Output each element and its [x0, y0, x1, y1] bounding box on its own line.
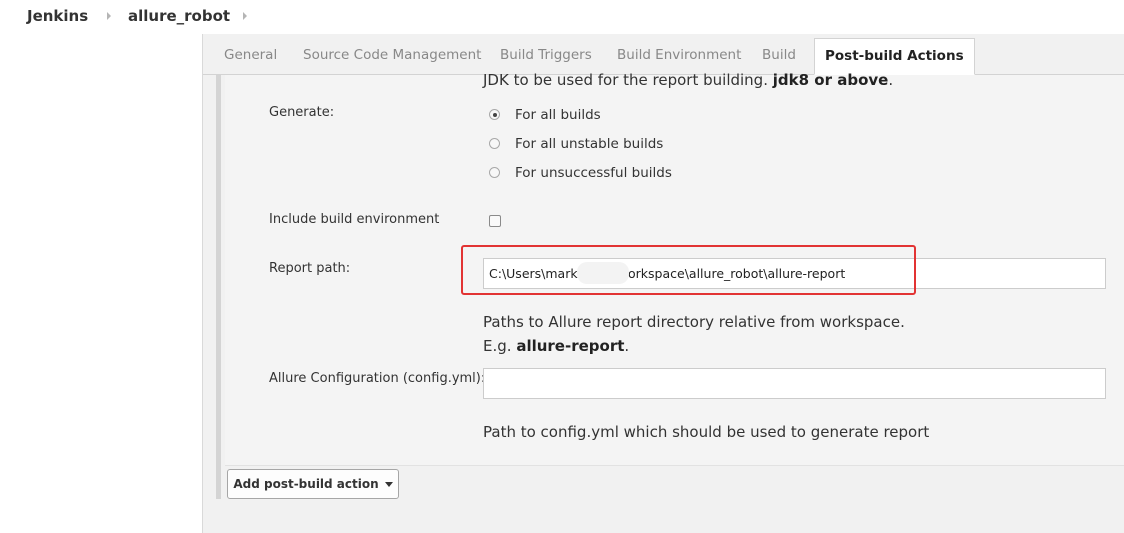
caret-down-icon: [384, 482, 393, 487]
config-main: General Source Code Management Build Tri…: [203, 34, 1124, 533]
chevron-right-icon[interactable]: [107, 12, 111, 20]
report-path-help-bold: allure-report: [516, 337, 625, 355]
radio-icon[interactable]: [489, 138, 500, 149]
tab-build-triggers[interactable]: Build Triggers: [500, 47, 592, 63]
tab-build-environment[interactable]: Build Environment: [617, 47, 741, 63]
redaction-blur: [577, 262, 629, 284]
radio-icon[interactable]: [489, 109, 500, 120]
report-path-help-line1: Paths to Allure report directory relativ…: [483, 313, 905, 331]
chevron-right-icon[interactable]: [243, 12, 247, 20]
tab-source-code-management[interactable]: Source Code Management: [303, 47, 481, 63]
allure-publisher-panel: JDK to be used for the report building. …: [225, 71, 1124, 466]
add-post-build-action-label: Add post-build action: [233, 477, 379, 491]
report-path-help-prefix: E.g.: [483, 337, 512, 355]
config-tabbar: General Source Code Management Build Tri…: [203, 34, 1124, 75]
tab-post-build-actions[interactable]: Post-build Actions: [814, 38, 975, 75]
generate-option-label: For all unstable builds: [515, 136, 664, 152]
add-post-build-action-button[interactable]: Add post-build action: [227, 469, 399, 499]
section-rail: [216, 75, 221, 499]
breadcrumb-jenkins-link[interactable]: Jenkins: [27, 7, 88, 25]
generate-option-label: For all builds: [515, 107, 601, 123]
include-build-environment-checkbox[interactable]: [489, 215, 501, 227]
report-path-help-suffix: .: [624, 337, 630, 355]
jdk-help-text: JDK to be used for the report building. …: [483, 71, 893, 89]
sidebar: [0, 34, 203, 533]
radio-icon[interactable]: [489, 167, 500, 178]
tab-general[interactable]: General: [224, 47, 277, 63]
jdk-help-bold: jdk8 or above: [772, 71, 889, 89]
allure-config-help: Path to config.yml which should be used …: [483, 423, 930, 441]
allure-config-input[interactable]: [483, 368, 1106, 399]
tab-build[interactable]: Build: [762, 47, 796, 63]
allure-config-label: Allure Configuration (config.yml):: [269, 371, 486, 386]
generate-label: Generate:: [269, 105, 335, 120]
breadcrumb: Jenkins allure_robot: [0, 0, 1124, 34]
report-path-label: Report path:: [269, 261, 351, 276]
breadcrumb-job-link[interactable]: allure_robot: [128, 7, 230, 25]
jdk-help-prefix: JDK to be used for the report building.: [483, 71, 768, 89]
report-path-help-line2: E.g. allure-report.: [483, 337, 629, 355]
jdk-help-suffix: .: [888, 71, 894, 89]
include-build-environment-label: Include build environment: [269, 212, 440, 227]
generate-option-label: For unsuccessful builds: [515, 165, 672, 181]
